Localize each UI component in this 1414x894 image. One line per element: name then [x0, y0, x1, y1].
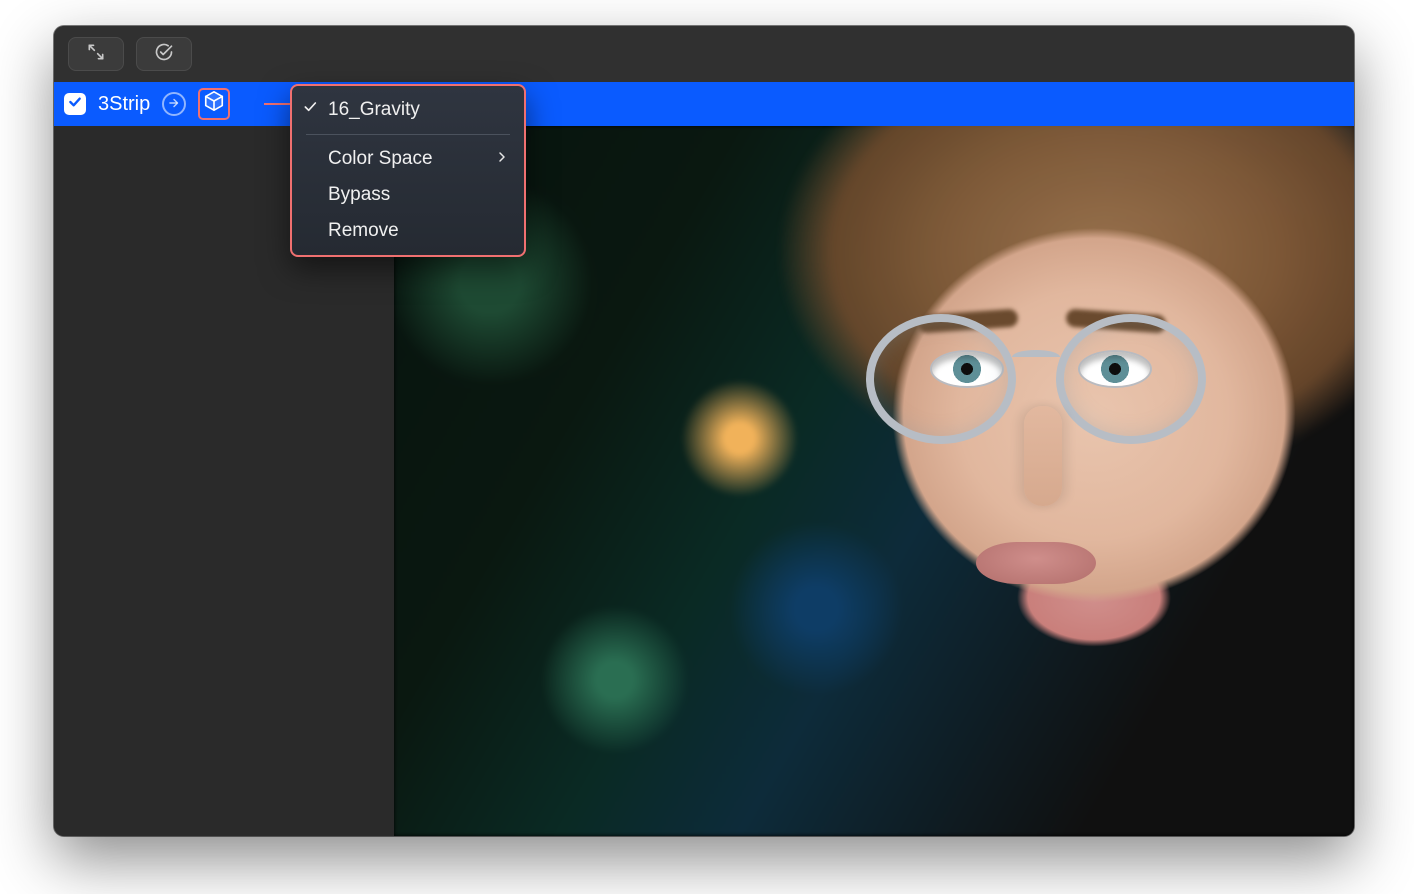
annotation-connector	[264, 103, 290, 105]
menu-item-color-space[interactable]: Color Space	[292, 141, 524, 177]
filter-name-label: 3Strip	[98, 93, 150, 116]
filter-enable-checkbox[interactable]	[64, 93, 86, 115]
filter-header-bar: 3Strip	[54, 82, 1354, 126]
viewer-image-face	[774, 126, 1354, 836]
chevron-right-icon	[496, 148, 508, 170]
cube-icon	[203, 90, 225, 118]
apply-button[interactable]	[136, 37, 192, 71]
menu-item-label: Remove	[328, 220, 399, 242]
image-viewer[interactable]	[394, 126, 1354, 836]
arrow-circle-right-icon	[167, 93, 181, 116]
next-filter-button[interactable]	[162, 92, 186, 116]
viewer-image-nose	[1024, 406, 1062, 506]
viewer-image-lips	[976, 542, 1096, 584]
expand-button[interactable]	[68, 37, 124, 71]
menu-item-current-lut[interactable]: 16_Gravity	[292, 92, 524, 128]
menu-item-remove[interactable]: Remove	[292, 213, 524, 249]
check-circle-icon	[154, 42, 174, 67]
titlebar	[54, 26, 1354, 82]
menu-item-label: Bypass	[328, 184, 390, 206]
expand-arrows-icon	[86, 42, 106, 67]
lut-context-menu: 16_Gravity Color Space Bypass Remove	[290, 84, 526, 257]
checkbox-checked-icon	[67, 93, 83, 116]
lut-cube-button[interactable]	[198, 88, 230, 120]
menu-separator	[306, 134, 510, 135]
menu-item-label: 16_Gravity	[328, 99, 420, 121]
app-window: 3Strip	[54, 26, 1354, 836]
menu-item-bypass[interactable]: Bypass	[292, 177, 524, 213]
main-area	[54, 126, 1354, 836]
menu-item-label: Color Space	[328, 148, 433, 170]
checkmark-icon	[302, 99, 318, 121]
